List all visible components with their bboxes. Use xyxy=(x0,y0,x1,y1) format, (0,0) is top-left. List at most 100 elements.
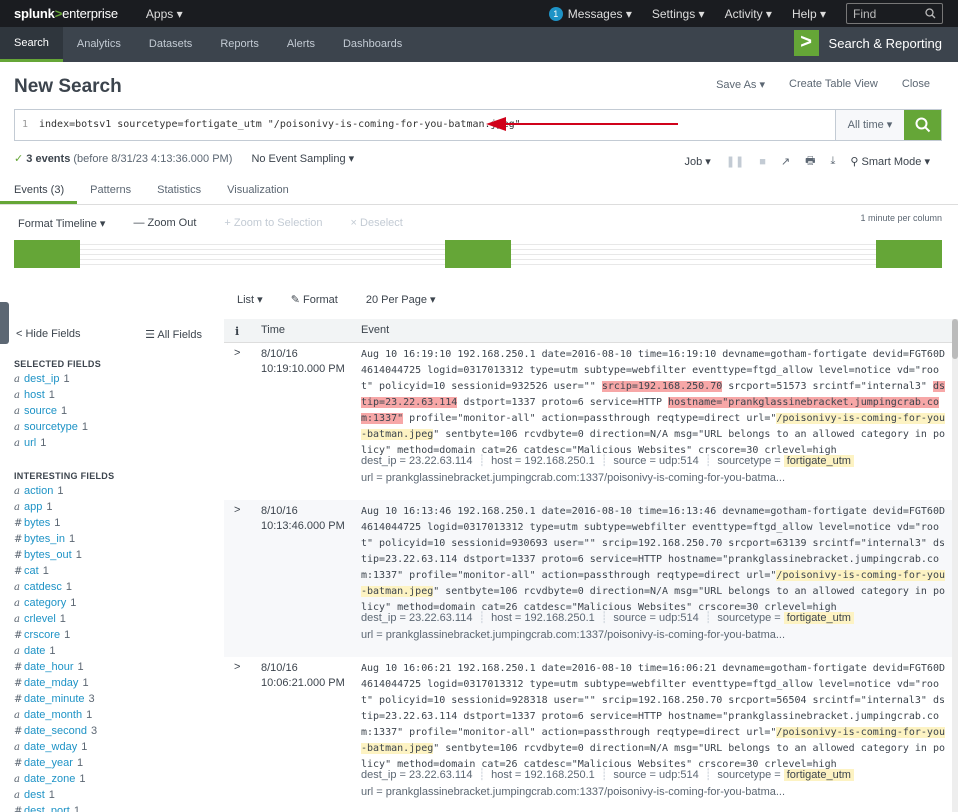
field-value-dest-ip[interactable]: 23.22.63.114 xyxy=(409,769,472,781)
field-value-sourcetype[interactable]: fortigate_utm xyxy=(783,455,854,467)
print-icon[interactable]: 🖶 xyxy=(805,152,815,171)
apps-menu[interactable]: Apps ▾ xyxy=(146,7,183,21)
format-timeline-dropdown[interactable]: Format Timeline ▾ xyxy=(18,217,105,230)
tab-events[interactable]: Events (3) xyxy=(0,178,78,204)
zoom-to-selection-button[interactable]: + Zoom to Selection xyxy=(224,217,322,230)
tab-datasets[interactable]: Datasets xyxy=(135,27,206,62)
field-source[interactable]: a source 1 xyxy=(14,405,88,421)
messages-menu[interactable]: 1 Messages ▾ xyxy=(548,6,632,21)
field-dest-ip[interactable]: a dest_ip 1 xyxy=(14,373,88,389)
help-menu[interactable]: Help ▾ xyxy=(792,7,826,21)
field-value-dest-ip[interactable]: 23.22.63.114 xyxy=(409,455,472,467)
field-type-icon: # xyxy=(14,566,23,577)
event-raw-text[interactable]: Aug 10 16:06:21 192.168.250.1 date=2016-… xyxy=(361,661,947,773)
field-cat[interactable]: # cat 1 xyxy=(14,565,97,581)
field-date-year[interactable]: # date_year 1 xyxy=(14,757,97,773)
job-menu[interactable]: Job ▾ xyxy=(684,155,710,168)
tab-dashboards[interactable]: Dashboards xyxy=(329,27,416,62)
save-as-button[interactable]: Save As ▾ xyxy=(716,78,765,91)
expand-event-icon[interactable]: > xyxy=(234,661,240,673)
tab-analytics[interactable]: Analytics xyxy=(63,27,135,62)
field-url[interactable]: a url 1 xyxy=(14,437,88,453)
hide-fields-button[interactable]: < Hide Fields xyxy=(16,328,81,340)
field-value-source[interactable]: udp:514 xyxy=(659,612,699,624)
field-category[interactable]: a category 1 xyxy=(14,597,97,613)
field-date-wday[interactable]: a date_wday 1 xyxy=(14,741,97,757)
expand-event-icon[interactable]: > xyxy=(234,347,240,359)
event-raw-text[interactable]: Aug 10 16:13:46 192.168.250.1 date=2016-… xyxy=(361,504,947,616)
close-button[interactable]: Close xyxy=(902,78,930,91)
activity-menu[interactable]: Activity ▾ xyxy=(725,7,772,21)
scrollbar-thumb[interactable] xyxy=(952,319,958,359)
event-time[interactable]: 8/10/16 10:13:46.000 PM xyxy=(261,504,345,534)
field-bytes[interactable]: # bytes 1 xyxy=(14,517,97,533)
time-range-picker[interactable]: All time ▾ xyxy=(835,110,904,140)
field-value-source[interactable]: udp:514 xyxy=(659,769,699,781)
scrollbar-track[interactable] xyxy=(952,319,958,812)
field-value-source[interactable]: udp:514 xyxy=(659,455,699,467)
field-value-url[interactable]: prankglassinebracket.jumpingcrab.com:133… xyxy=(386,629,785,641)
field-dest-port[interactable]: # dest_port 1 xyxy=(14,805,97,812)
field-value-sourcetype[interactable]: fortigate_utm xyxy=(783,612,854,624)
field-dest[interactable]: a dest 1 xyxy=(14,789,97,805)
field-value-host[interactable]: 192.168.250.1 xyxy=(524,612,594,624)
event-sampling-dropdown[interactable]: No Event Sampling ▾ xyxy=(251,153,354,165)
field-bytes-in[interactable]: # bytes_in 1 xyxy=(14,533,97,549)
tab-statistics[interactable]: Statistics xyxy=(144,178,214,204)
field-value-sourcetype[interactable]: fortigate_utm xyxy=(783,769,854,781)
field-date-month[interactable]: a date_month 1 xyxy=(14,709,97,725)
list-view-dropdown[interactable]: List ▾ xyxy=(237,293,263,306)
field-crscore[interactable]: # crscore 1 xyxy=(14,629,97,645)
tab-patterns[interactable]: Patterns xyxy=(77,178,144,204)
splunk-logo[interactable]: splunk>enterprise xyxy=(14,6,118,21)
stop-icon[interactable]: ■ xyxy=(759,156,766,168)
search-button[interactable] xyxy=(904,110,941,140)
event-time[interactable]: 8/10/16 10:06:21.000 PM xyxy=(261,661,345,691)
search-mode-dropdown[interactable]: ⚲ Smart Mode ▾ xyxy=(850,155,930,168)
field-date-mday[interactable]: # date_mday 1 xyxy=(14,677,97,693)
field-crlevel[interactable]: a crlevel 1 xyxy=(14,613,97,629)
timeline-bar[interactable] xyxy=(876,240,942,268)
export-icon[interactable]: ⤓ xyxy=(831,155,836,168)
pause-icon[interactable]: ❚❚ xyxy=(726,155,744,168)
tab-alerts[interactable]: Alerts xyxy=(273,27,329,62)
field-app[interactable]: a app 1 xyxy=(14,501,97,517)
field-value-host[interactable]: 192.168.250.1 xyxy=(524,455,594,467)
time-column-header[interactable]: Time xyxy=(261,324,285,336)
field-value-host[interactable]: 192.168.250.1 xyxy=(524,769,594,781)
timeline-chart[interactable] xyxy=(14,240,942,268)
field-date-minute[interactable]: # date_minute 3 xyxy=(14,693,97,709)
format-button[interactable]: ✎ Format xyxy=(291,293,338,306)
deselect-button[interactable]: × Deselect xyxy=(351,217,403,230)
expand-event-icon[interactable]: > xyxy=(234,504,240,516)
field-date-zone[interactable]: a date_zone 1 xyxy=(14,773,97,789)
field-date-hour[interactable]: # date_hour 1 xyxy=(14,661,97,677)
field-catdesc[interactable]: a catdesc 1 xyxy=(14,581,97,597)
field-separator: ┊ xyxy=(704,769,712,781)
timeline-bar[interactable] xyxy=(14,240,80,268)
app-brand[interactable]: > Search & Reporting xyxy=(793,30,942,56)
event-time[interactable]: 8/10/16 10:19:10.000 PM xyxy=(261,347,345,377)
tab-reports[interactable]: Reports xyxy=(206,27,273,62)
event-raw-text[interactable]: Aug 10 16:19:10 192.168.250.1 date=2016-… xyxy=(361,347,947,459)
field-date[interactable]: a date 1 xyxy=(14,645,97,661)
tab-visualization[interactable]: Visualization xyxy=(214,178,302,204)
field-host[interactable]: a host 1 xyxy=(14,389,88,405)
tab-search[interactable]: Search xyxy=(0,27,63,62)
field-date-second[interactable]: # date_second 3 xyxy=(14,725,97,741)
share-icon[interactable]: ↗ xyxy=(781,155,790,168)
field-bytes-out[interactable]: # bytes_out 1 xyxy=(14,549,97,565)
timeline-bar[interactable] xyxy=(445,240,511,268)
field-value-dest-ip[interactable]: 23.22.63.114 xyxy=(409,612,472,624)
per-page-dropdown[interactable]: 20 Per Page ▾ xyxy=(366,293,436,306)
field-sourcetype[interactable]: a sourcetype 1 xyxy=(14,421,88,437)
field-value-url[interactable]: prankglassinebracket.jumpingcrab.com:133… xyxy=(386,472,785,484)
field-action[interactable]: a action 1 xyxy=(14,485,97,501)
find-input[interactable]: Find xyxy=(846,3,943,24)
create-table-view-button[interactable]: Create Table View xyxy=(789,78,878,91)
settings-menu[interactable]: Settings ▾ xyxy=(652,7,705,21)
search-query-input[interactable]: index=botsv1 sourcetype=fortigate_utm "/… xyxy=(35,110,835,140)
zoom-out-button[interactable]: — Zoom Out xyxy=(133,217,196,230)
all-fields-button[interactable]: ☰ All Fields xyxy=(145,328,202,341)
field-value-url[interactable]: prankglassinebracket.jumpingcrab.com:133… xyxy=(386,786,785,798)
